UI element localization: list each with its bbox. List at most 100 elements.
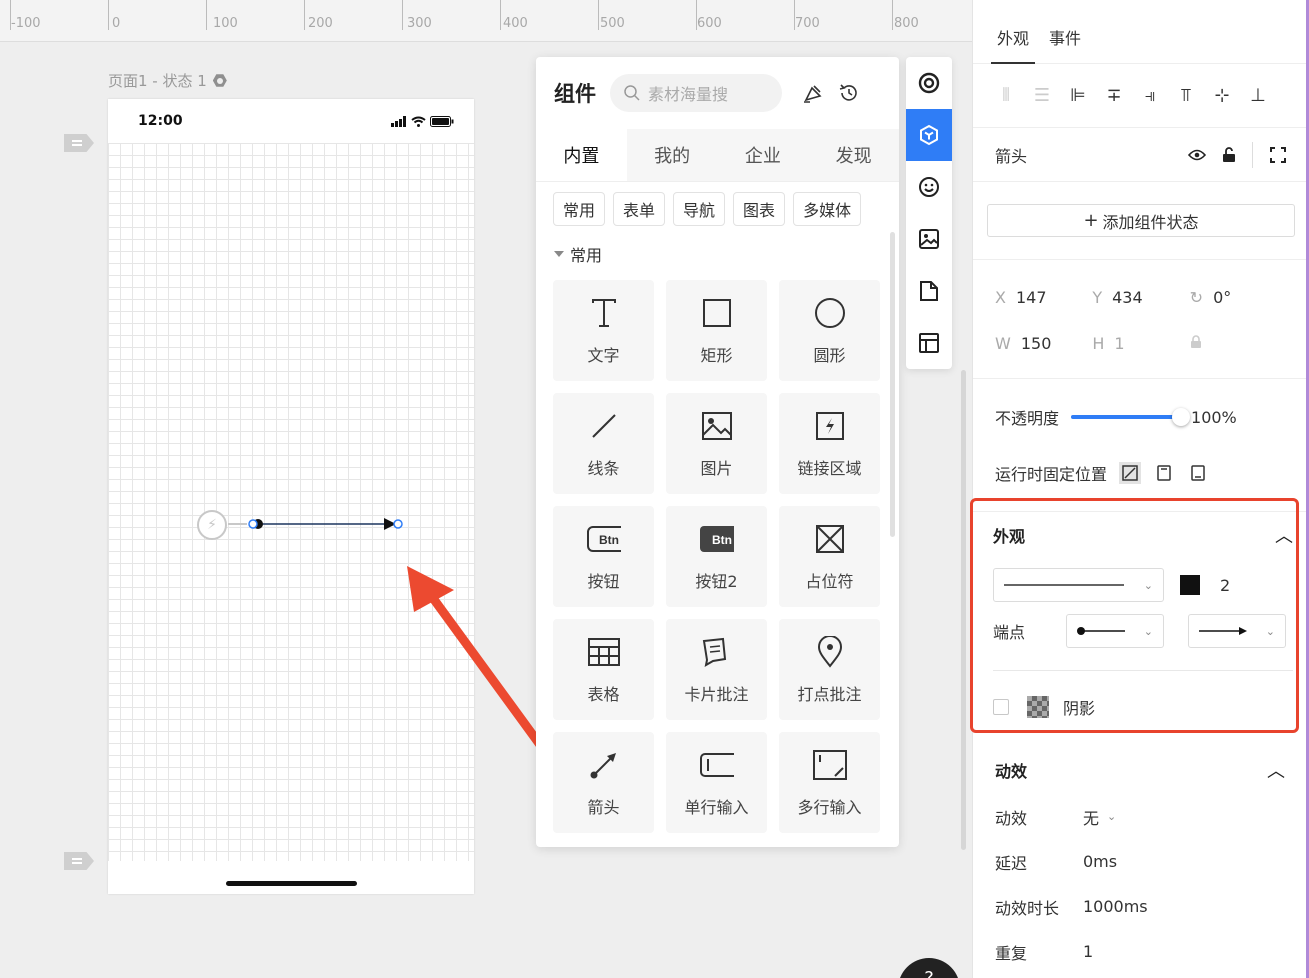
image-icon[interactable] (906, 213, 952, 265)
fixed-top-icon[interactable] (1153, 462, 1175, 484)
tab-discover[interactable]: 发现 (808, 129, 899, 181)
brush-icon[interactable] (802, 82, 824, 104)
fixed-bottom-icon[interactable] (1187, 462, 1209, 484)
tab-events[interactable]: 事件 (1039, 25, 1091, 63)
emoji-icon[interactable] (906, 161, 952, 213)
align-bottom-icon[interactable]: ⊥ (1247, 85, 1269, 106)
component-label: 按钮 (587, 571, 620, 591)
tab-appearance[interactable]: 外观 (987, 25, 1039, 64)
signal-icon (391, 115, 406, 127)
animation-repeat-row[interactable]: 重复 1 (995, 929, 1285, 974)
component-circle[interactable]: 圆形 (779, 280, 880, 381)
unlock-icon[interactable] (1222, 146, 1236, 163)
fit-frame-icon[interactable] (1269, 146, 1287, 164)
animation-delay-row[interactable]: 延迟 0ms (995, 839, 1285, 884)
link-area-icon (813, 409, 847, 443)
settings-hex-icon[interactable] (212, 74, 227, 87)
ruler-label: 100 (213, 16, 238, 31)
collapse-chevron-up-icon[interactable]: ︿ (1267, 757, 1285, 783)
component-single-input[interactable]: 单行输入 (666, 732, 767, 833)
page-title[interactable]: 页面1 - 状态 1 (108, 70, 227, 91)
rotation-field[interactable]: ↻ 0° (1190, 288, 1287, 307)
align-left-icon[interactable]: ⊫ (1067, 85, 1089, 106)
phone-artboard[interactable]: 12:00 (108, 99, 474, 894)
y-field[interactable]: Y 434 (1092, 288, 1189, 307)
layout-icon[interactable] (906, 317, 952, 369)
tab-mine[interactable]: 我的 (627, 129, 718, 181)
add-component-state-button[interactable]: + 添加组件状态 (987, 204, 1295, 237)
w-value: 150 (1020, 333, 1052, 353)
circle-icon (813, 296, 847, 330)
component-label: 打点批注 (797, 684, 862, 704)
animation-delay-value[interactable]: 0ms (1083, 852, 1117, 871)
divider (1252, 141, 1253, 168)
interaction-lightning-icon[interactable]: ⚡ (197, 510, 227, 540)
tab-builtin[interactable]: 内置 (536, 129, 627, 181)
animation-repeat-value[interactable]: 1 (1083, 942, 1093, 961)
visibility-eye-icon[interactable] (1188, 149, 1206, 161)
component-text[interactable]: 文字 (553, 280, 654, 381)
target-icon[interactable] (906, 57, 952, 109)
history-icon[interactable] (838, 82, 860, 104)
chip-common[interactable]: 常用 (553, 192, 606, 226)
x-field[interactable]: X 147 (995, 288, 1092, 307)
canvas-scrollbar[interactable] (961, 370, 966, 850)
opacity-slider[interactable] (1071, 408, 1191, 426)
align-center-horizontal-icon[interactable]: ∓ (1103, 85, 1125, 106)
animation-type-row[interactable]: 动效 无 ⌄ (995, 794, 1285, 839)
opacity-slider-knob[interactable] (1172, 408, 1191, 426)
component-link-area[interactable]: 链接区域 (779, 393, 880, 494)
component-label: 卡片批注 (684, 684, 749, 704)
component-button[interactable]: Btn 按钮 (553, 506, 654, 607)
components-panel: 组件 素材海量搜 内置 我的 企业 发现 常用 表单 导航 图表 多媒体 常用 … (536, 57, 899, 847)
opacity-label: 不透明度 (995, 409, 1060, 428)
components-scrollbar[interactable] (890, 232, 895, 537)
rotation-value: 0° (1213, 287, 1232, 307)
align-right-icon[interactable]: ⫣ (1139, 85, 1161, 106)
button2-icon: Btn (699, 522, 734, 556)
ruler-label: 500 (600, 16, 625, 31)
component-pin-note[interactable]: 打点批注 (779, 619, 880, 720)
chip-chart[interactable]: 图表 (733, 192, 786, 226)
h-field[interactable]: H1 (1092, 334, 1189, 353)
component-icon[interactable] (906, 109, 952, 161)
fixed-none-icon[interactable] (1119, 462, 1142, 484)
distribute-horizontal-icon[interactable]: ⫴ (995, 85, 1017, 106)
component-label: 线条 (587, 458, 620, 478)
opacity-section: 不透明度 100% 运行时固定位置 (973, 379, 1309, 512)
component-rectangle[interactable]: 矩形 (666, 280, 767, 381)
component-card-note[interactable]: 卡片批注 (666, 619, 767, 720)
opacity-value[interactable]: 100% (1191, 408, 1237, 427)
align-top-icon[interactable]: ⫪ (1175, 85, 1197, 106)
element-name[interactable]: 箭头 (995, 143, 1172, 167)
component-image[interactable]: 图片 (666, 393, 767, 494)
chip-media[interactable]: 多媒体 (793, 192, 862, 226)
component-search-input[interactable]: 素材海量搜 (610, 74, 782, 112)
align-middle-vertical-icon[interactable]: ⊹ (1211, 85, 1233, 106)
component-line[interactable]: 线条 (553, 393, 654, 494)
button-icon: Btn (586, 522, 621, 556)
animation-duration-value[interactable]: 1000ms (1083, 897, 1148, 916)
chip-navigation[interactable]: 导航 (673, 192, 726, 226)
collapse-triangle-icon (554, 251, 564, 257)
distribute-vertical-icon[interactable]: ☰ (1031, 85, 1053, 106)
component-multi-input[interactable]: 多行输入 (779, 732, 880, 833)
component-placeholder[interactable]: 占位符 (779, 506, 880, 607)
component-table[interactable]: 表格 (553, 619, 654, 720)
component-arrow[interactable]: 箭头 (553, 732, 654, 833)
document-icon[interactable] (906, 265, 952, 317)
aspect-lock-icon[interactable] (1190, 334, 1287, 353)
animation-duration-row[interactable]: 动效时长 1000ms (995, 884, 1285, 929)
component-button2[interactable]: Btn 按钮2 (666, 506, 767, 607)
w-field[interactable]: W 150 (995, 334, 1092, 353)
chip-form[interactable]: 表单 (613, 192, 666, 226)
h-value: 1 (1114, 333, 1125, 353)
tab-enterprise[interactable]: 企业 (718, 129, 809, 181)
component-label: 按钮2 (695, 571, 738, 591)
section-common[interactable]: 常用 (536, 226, 899, 280)
text-icon (587, 296, 621, 330)
pin-note-icon (813, 635, 847, 669)
animation-type-value[interactable]: 无 (1083, 805, 1099, 829)
button-icon-text: Btn (599, 533, 619, 547)
ruler-label: 800 (894, 16, 919, 31)
